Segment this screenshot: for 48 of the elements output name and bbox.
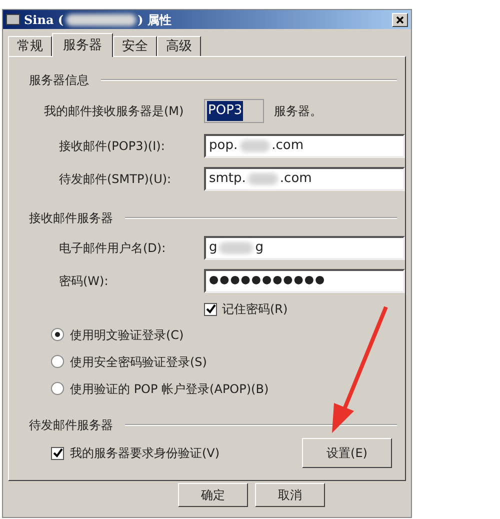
close-icon bbox=[396, 16, 404, 24]
radio-button[interactable] bbox=[51, 382, 64, 395]
radio-label: 使用安全密码验证登录(S) bbox=[70, 354, 207, 370]
input-field[interactable]: pop. .com bbox=[204, 134, 405, 158]
tab[interactable]: 服务器 bbox=[52, 33, 113, 57]
server-type-field[interactable]: POP3 bbox=[204, 99, 264, 123]
window-title: Sina ( bbox=[24, 12, 64, 28]
field-label: 服务器。 bbox=[274, 103, 322, 120]
group-heading: 接收邮件服务器 bbox=[29, 210, 113, 227]
blurred-text bbox=[240, 140, 270, 152]
radio-button[interactable] bbox=[51, 355, 64, 368]
password-dots: ●●●●●●●●●●● bbox=[209, 272, 326, 288]
tab[interactable]: 安全 bbox=[113, 36, 157, 56]
field-label: 电子邮件用户名(D): bbox=[59, 240, 167, 256]
field-text: g bbox=[255, 238, 264, 257]
checkbox-label: 我的服务器要求身份验证(V) bbox=[70, 445, 220, 462]
blurred-text bbox=[248, 172, 278, 184]
checkbox[interactable] bbox=[51, 446, 64, 460]
radio-button[interactable] bbox=[51, 328, 64, 341]
checkbox-label: 记住密码(R) bbox=[222, 301, 288, 318]
field-text: pop. bbox=[209, 136, 238, 155]
dialog-button[interactable]: 确定 bbox=[178, 483, 248, 507]
tab[interactable]: 常规 bbox=[8, 36, 52, 56]
input-field[interactable]: g g bbox=[204, 236, 405, 260]
field-label: 我的邮件接收服务器是(M) bbox=[44, 103, 185, 120]
field-label: 接收邮件(POP3)(I): bbox=[59, 138, 166, 154]
group-heading: 服务器信息 bbox=[29, 72, 89, 89]
checkbox[interactable] bbox=[204, 302, 217, 316]
settings-button[interactable]: 设置(E) bbox=[302, 438, 392, 468]
blurred-text bbox=[66, 14, 136, 26]
selected-text: POP3 bbox=[207, 101, 244, 121]
window-title: ) 属性 bbox=[138, 12, 172, 28]
field-text: .com bbox=[280, 170, 312, 188]
field-text: smtp. bbox=[209, 170, 246, 188]
radio-label: 使用验证的 POP 帐户登录(APOP)(B) bbox=[70, 380, 269, 398]
field-text: g bbox=[209, 238, 218, 257]
field-text: .com bbox=[272, 136, 304, 155]
field-label: 待发邮件(SMTP)(U): bbox=[59, 170, 172, 188]
field-label: 密码(W): bbox=[59, 272, 110, 290]
blurred-text bbox=[219, 242, 254, 254]
close-button[interactable] bbox=[392, 12, 408, 26]
tab[interactable]: 高级 bbox=[157, 36, 201, 56]
dialog-button[interactable]: 取消 bbox=[255, 483, 325, 507]
radio-label: 使用明文验证登录(C) bbox=[70, 326, 184, 344]
input-field[interactable]: smtp. .com bbox=[204, 166, 405, 190]
input-field[interactable]: ●●●●●●●●●●● bbox=[204, 268, 405, 292]
app-icon bbox=[6, 14, 20, 25]
group-heading: 待发邮件服务器 bbox=[29, 417, 113, 434]
